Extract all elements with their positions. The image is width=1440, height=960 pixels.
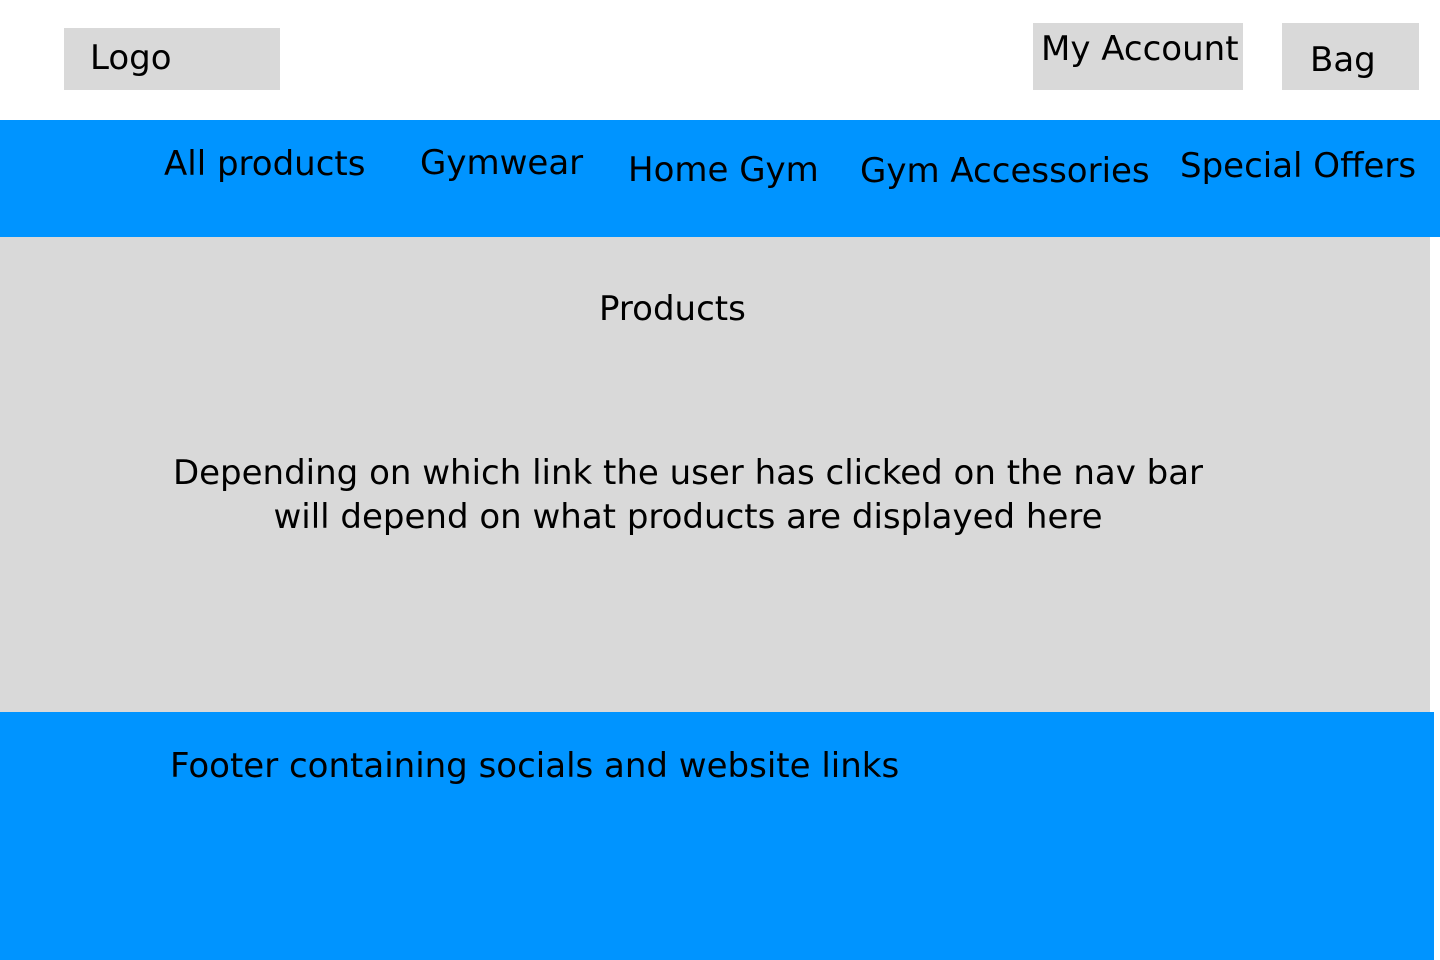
page: Logo My Account Bag All products Gymwear… xyxy=(0,0,1440,960)
nav-link-gym-accessories[interactable]: Gym Accessories xyxy=(860,151,1150,191)
nav-link-gymwear[interactable]: Gymwear xyxy=(420,143,583,183)
products-description: Depending on which link the user has cli… xyxy=(0,451,1376,539)
products-section: Products Depending on which link the use… xyxy=(0,237,1430,712)
products-description-line-2: will depend on what products are display… xyxy=(273,497,1103,537)
footer: Footer containing socials and website li… xyxy=(0,712,1434,960)
footer-text: Footer containing socials and website li… xyxy=(170,746,900,786)
bag-button[interactable]: Bag xyxy=(1282,23,1419,90)
logo-label: Logo xyxy=(90,38,172,78)
my-account-label: My Account xyxy=(1041,29,1239,69)
logo[interactable]: Logo xyxy=(64,28,280,90)
nav-link-special-offers[interactable]: Special Offers xyxy=(1180,146,1416,186)
header: Logo My Account Bag xyxy=(0,0,1440,120)
products-description-line-1: Depending on which link the user has cli… xyxy=(172,453,1204,493)
products-title: Products xyxy=(599,289,746,329)
nav-bar: All products Gymwear Home Gym Gym Access… xyxy=(0,120,1440,237)
nav-link-home-gym[interactable]: Home Gym xyxy=(628,150,819,190)
bag-label: Bag xyxy=(1310,40,1376,80)
nav-link-all-products[interactable]: All products xyxy=(164,144,365,184)
my-account-button[interactable]: My Account xyxy=(1033,23,1243,90)
